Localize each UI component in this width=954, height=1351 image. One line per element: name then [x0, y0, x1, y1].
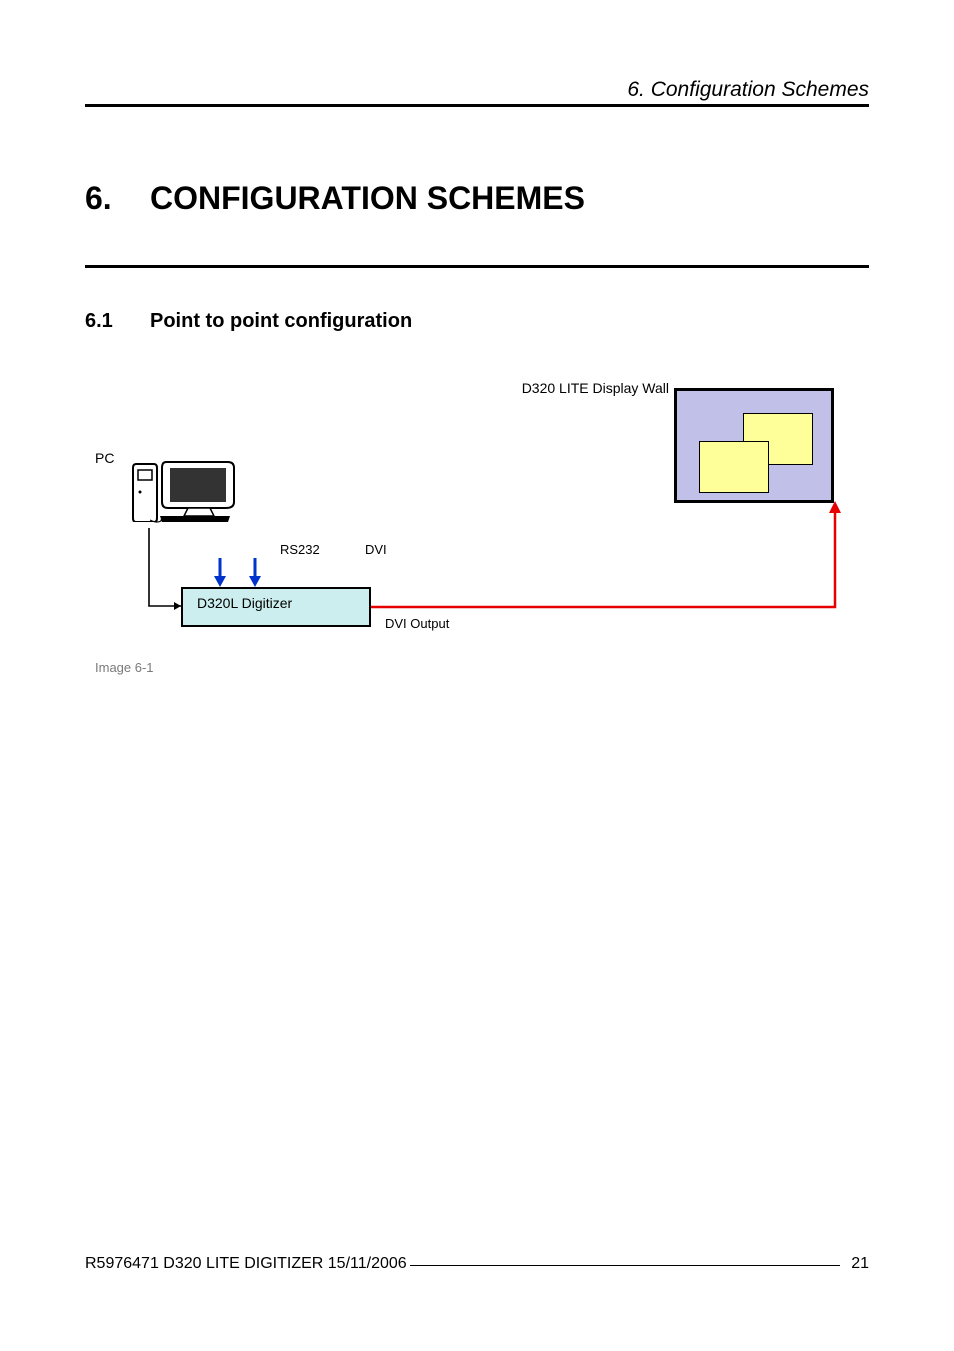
connections [85, 380, 869, 700]
rs232-label: RS232 [280, 542, 320, 557]
section-title: Point to point configuration [150, 310, 412, 333]
footer-page-number: 21 [851, 1255, 869, 1273]
header-rule [85, 104, 869, 107]
section-number: 6.1 [85, 310, 113, 333]
chapter-rule [85, 265, 869, 268]
footer-doc-id: R5976471 D320 LITE DIGITIZER 15/11/2006 [85, 1255, 407, 1273]
dvi-label: DVI [365, 542, 387, 557]
page-root: 6. Configuration Schemes 6. CONFIGURATIO… [0, 0, 954, 1351]
running-header: 6. Configuration Schemes [627, 78, 869, 102]
footer-rule [410, 1265, 840, 1267]
dvi-output-label: DVI Output [385, 616, 449, 631]
figure-caption: Image 6-1 [95, 660, 154, 675]
chapter-number: 6. [85, 180, 112, 217]
chapter-title: CONFIGURATION SCHEMES [150, 180, 585, 217]
config-diagram: D320 LITE Display Wall PC D3 [85, 380, 869, 700]
